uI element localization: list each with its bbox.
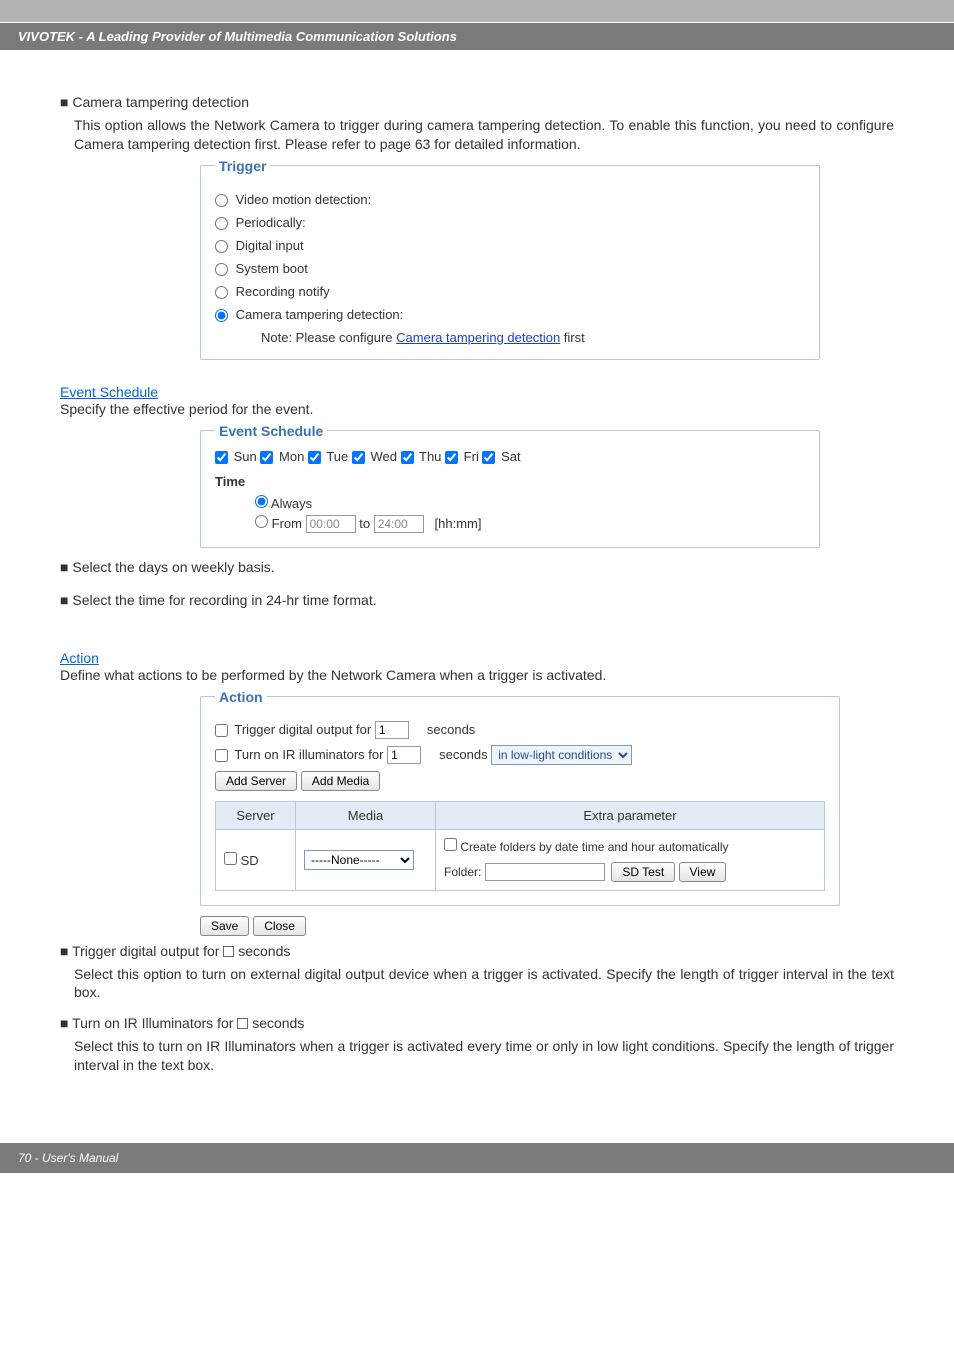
label-digital-input: Digital input (236, 238, 304, 253)
page-content: ■ Camera tampering detection This option… (0, 51, 954, 1103)
schedule-fieldset: Event Schedule Sun Mon Tue Wed Thu Fri S… (200, 423, 820, 548)
post-t1-title: Trigger digital output for (72, 943, 223, 959)
radio-from[interactable] (255, 515, 268, 528)
schedule-bullet-2: ■ Select the time for recording in 24-hr… (60, 591, 894, 610)
checkbox-glyph-2 (237, 1018, 248, 1029)
lbl-sun: Sun (234, 449, 257, 464)
lbl-wed: Wed (371, 449, 398, 464)
time-label: Time (215, 474, 805, 489)
schedule-bullet-1: ■ Select the days on weekly basis. (60, 558, 894, 577)
chk-sd[interactable] (224, 852, 237, 865)
post-t1-body: Select this option to turn on external d… (74, 965, 894, 1003)
tampering-title: Camera tampering detection (72, 94, 249, 110)
label-periodically: Periodically: (236, 215, 306, 230)
lbl-folder: Folder: (444, 865, 481, 879)
post-ir-title-row: ■ Turn on IR Illuminators for seconds (60, 1014, 894, 1033)
post-t2-title: Turn on IR Illuminators for (72, 1015, 237, 1031)
lbl-seconds-2: seconds (439, 747, 487, 762)
trigger-note: Note: Please configure Camera tampering … (261, 330, 805, 345)
top-gray-bar (0, 0, 954, 22)
th-server: Server (216, 801, 296, 829)
input-folder[interactable] (485, 863, 605, 881)
input-to-time[interactable] (374, 515, 424, 533)
chk-trigger-output[interactable] (215, 724, 228, 737)
chk-thu[interactable] (401, 451, 414, 464)
chk-sat[interactable] (482, 451, 495, 464)
days-row: Sun Mon Tue Wed Thu Fri Sat (215, 449, 805, 464)
chk-tue[interactable] (308, 451, 321, 464)
action-caption: Define what actions to be performed by t… (60, 666, 894, 685)
label-camera-tampering: Camera tampering detection: (236, 307, 404, 322)
action-legend: Action (215, 689, 267, 705)
chk-sun[interactable] (215, 451, 228, 464)
label-hhmm: [hh:mm] (435, 516, 482, 531)
lbl-ir: Turn on IR illuminators for (234, 747, 383, 762)
post-t1-suffix: seconds (234, 943, 290, 959)
event-schedule-caption: Specify the effective period for the eve… (60, 400, 894, 419)
trigger-legend: Trigger (215, 158, 270, 174)
label-always: Always (271, 496, 312, 511)
th-extra: Extra parameter (436, 801, 825, 829)
radio-always[interactable] (255, 495, 268, 508)
post-trigger-title-row: ■ Trigger digital output for seconds (60, 942, 894, 961)
th-media: Media (296, 801, 436, 829)
post-t2-body: Select this to turn on IR Illuminators w… (74, 1037, 894, 1075)
lbl-sat: Sat (501, 449, 521, 464)
radio-video-motion[interactable] (215, 194, 228, 207)
input-from-time[interactable] (306, 515, 356, 533)
label-video-motion: Video motion detection: (236, 192, 372, 207)
event-schedule-heading: Event Schedule (60, 384, 158, 400)
note-prefix: Note: Please configure (261, 330, 396, 345)
doc-footer: 70 - User's Manual (0, 1143, 954, 1173)
save-button[interactable]: Save (200, 916, 249, 936)
chk-mon[interactable] (260, 451, 273, 464)
doc-header: VIVOTEK - A Leading Provider of Multimed… (0, 22, 954, 51)
label-system-boot: System boot (236, 261, 308, 276)
input-trigger-output-sec[interactable] (375, 721, 409, 739)
close-button[interactable]: Close (253, 916, 306, 936)
action-heading: Action (60, 650, 99, 666)
radio-recording-notify[interactable] (215, 286, 228, 299)
chk-wed[interactable] (352, 451, 365, 464)
label-to: to (359, 516, 370, 531)
add-media-button[interactable]: Add Media (301, 771, 380, 791)
lbl-create-folders: Create folders by date time and hour aut… (460, 840, 728, 854)
note-suffix: first (560, 330, 585, 345)
action-table: Server Media Extra parameter SD -----Non… (215, 801, 825, 891)
add-server-button[interactable]: Add Server (215, 771, 297, 791)
input-ir-sec[interactable] (387, 746, 421, 764)
tampering-body: This option allows the Network Camera to… (74, 116, 894, 154)
view-button[interactable]: View (679, 862, 727, 882)
radio-periodically[interactable] (215, 217, 228, 230)
chk-create-folders[interactable] (444, 838, 457, 851)
schedule-bullet-1-text: Select the days on weekly basis. (72, 559, 274, 575)
note-link[interactable]: Camera tampering detection (396, 330, 560, 345)
label-from: From (272, 516, 302, 531)
radio-camera-tampering[interactable] (215, 309, 228, 322)
radio-system-boot[interactable] (215, 263, 228, 276)
table-row: SD -----None----- Create folders by date… (216, 829, 825, 890)
trigger-fieldset: Trigger Video motion detection: Periodic… (200, 158, 820, 360)
select-media[interactable]: -----None----- (304, 850, 414, 870)
chk-ir[interactable] (215, 749, 228, 762)
schedule-legend: Event Schedule (215, 423, 327, 439)
lbl-seconds-1: seconds (427, 722, 475, 737)
label-recording-notify: Recording notify (236, 284, 330, 299)
lbl-thu: Thu (419, 449, 441, 464)
post-t2-suffix: seconds (248, 1015, 304, 1031)
lbl-tue: Tue (326, 449, 348, 464)
lbl-trigger-output: Trigger digital output for (234, 722, 371, 737)
schedule-bullet-2-text: Select the time for recording in 24-hr t… (72, 592, 376, 608)
action-fieldset: Action Trigger digital output for second… (200, 689, 840, 906)
chk-fri[interactable] (445, 451, 458, 464)
lbl-fri: Fri (464, 449, 479, 464)
radio-digital-input[interactable] (215, 240, 228, 253)
select-ir-condition[interactable]: in low-light conditions (491, 745, 632, 765)
checkbox-glyph-1 (223, 946, 234, 957)
tampering-section: ■ Camera tampering detection This option… (60, 93, 894, 154)
lbl-sd: SD (241, 853, 259, 868)
lbl-mon: Mon (279, 449, 304, 464)
sd-test-button[interactable]: SD Test (611, 862, 675, 882)
bullet: ■ (60, 94, 68, 110)
